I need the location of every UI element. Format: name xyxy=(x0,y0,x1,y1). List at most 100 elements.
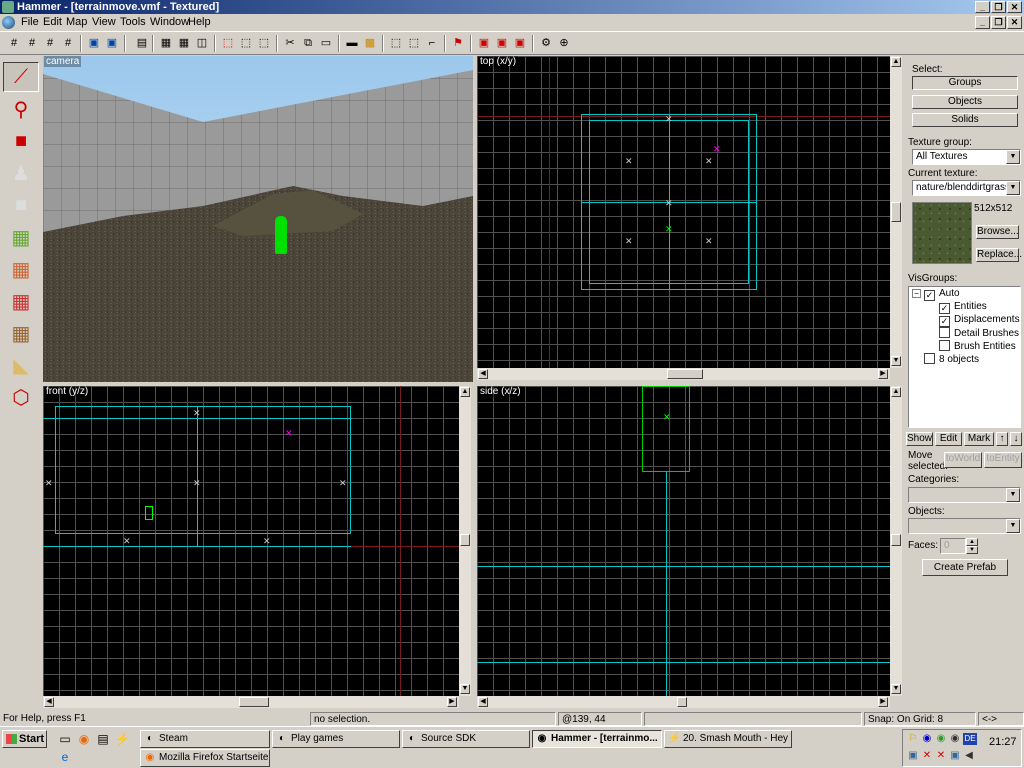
menu-help[interactable]: Help xyxy=(188,16,211,29)
texture-lock-icon[interactable]: ⬚ xyxy=(220,36,236,51)
box-icon[interactable]: ⬚ xyxy=(256,36,272,51)
checkbox-icon[interactable]: ✓ xyxy=(939,316,950,327)
visgroup-auto[interactable]: − ✓ Auto xyxy=(912,288,960,301)
checkbox-icon[interactable] xyxy=(939,340,950,351)
menu-edit[interactable]: Edit xyxy=(43,16,62,29)
replace-button[interactable]: Replace... xyxy=(976,248,1022,262)
categories-select[interactable]: ▼ xyxy=(908,487,1021,503)
texture-group-select[interactable]: All Textures ▼ xyxy=(912,149,1021,165)
chevron-down-icon[interactable]: ▼ xyxy=(1006,519,1020,533)
top-horizontal-scrollbar[interactable]: ◀ ▶ xyxy=(477,368,890,380)
edit-button[interactable]: Edit xyxy=(935,432,962,446)
block-tool-icon[interactable]: ■ xyxy=(3,190,39,220)
winamp-icon[interactable]: ⚡ xyxy=(114,731,130,747)
visgroup-detail-brushes[interactable]: Detail Brushes xyxy=(939,327,1019,340)
clipping-tool-icon[interactable]: ◣ xyxy=(3,350,39,380)
copy-icon[interactable]: ⧉ xyxy=(300,36,316,51)
magnify-tool-icon[interactable]: ⚲ xyxy=(3,94,39,124)
checkbox-icon[interactable] xyxy=(939,327,950,338)
chevron-down-icon[interactable]: ▼ xyxy=(1006,150,1020,164)
player-entity-icon[interactable] xyxy=(275,216,287,254)
close-button[interactable]: ✕ xyxy=(1007,1,1022,13)
faces-down-icon[interactable]: ▼ xyxy=(966,546,978,554)
visgroup-objects[interactable]: 8 objects xyxy=(924,353,979,366)
checkbox-icon[interactable] xyxy=(924,353,935,364)
menu-window[interactable]: Window xyxy=(150,16,189,29)
run-map-icon[interactable]: ▣ xyxy=(476,36,492,51)
maximize-button[interactable]: ❐ xyxy=(991,1,1006,13)
side-viewport[interactable]: ✕ side (x/z) xyxy=(477,386,890,696)
visgroup-brush-entities[interactable]: Brush Entities xyxy=(939,340,1016,353)
front-viewport[interactable]: ✕ ✕ ✕ ✕ ✕ ✕ ✕ front (y/z) xyxy=(43,386,459,696)
document-icon[interactable] xyxy=(2,16,15,29)
doc-close-button[interactable]: ✕ xyxy=(1007,16,1022,29)
compile-icon[interactable]: ⚑ xyxy=(450,36,466,51)
mark-button[interactable]: Mark xyxy=(964,432,994,446)
doc-restore-button[interactable]: ❐ xyxy=(991,16,1006,29)
menu-view[interactable]: View xyxy=(92,16,116,29)
apply-texture-icon[interactable]: ▦ xyxy=(3,254,39,284)
chevron-down-icon[interactable]: ▼ xyxy=(1006,181,1020,195)
browse-button[interactable]: Browse... xyxy=(976,225,1019,239)
carve-icon[interactable]: ▦ xyxy=(158,36,174,51)
camera-viewport[interactable]: camera xyxy=(43,56,473,382)
show-desktop-icon[interactable]: ▭ xyxy=(57,731,73,747)
run-visgroup-icon[interactable]: ▣ xyxy=(494,36,510,51)
visgroup-entities[interactable]: ✓ Entities xyxy=(939,301,987,314)
side-vertical-scrollbar[interactable]: ▲ ▼ xyxy=(890,386,902,696)
texture-application-icon[interactable]: ▦ xyxy=(3,222,39,252)
top-vertical-scrollbar[interactable]: ▲ ▼ xyxy=(890,56,902,368)
visgroup-displacements[interactable]: ✓ Displacements xyxy=(939,314,1020,327)
grid-smaller-icon[interactable]: # xyxy=(42,36,58,51)
faces-up-icon[interactable]: ▲ xyxy=(966,538,978,546)
textured-icon[interactable]: ▩ xyxy=(362,36,378,51)
select-box-icon[interactable]: ⬚ xyxy=(388,36,404,51)
move-up-icon[interactable]: ↑ xyxy=(996,432,1008,446)
move-down-icon[interactable]: ↓ xyxy=(1010,432,1022,446)
network-icon[interactable]: ▣ xyxy=(907,750,919,762)
ungroup-icon[interactable]: ▣ xyxy=(104,36,120,51)
task-source-sdk[interactable]: ◐ Source SDK xyxy=(402,730,530,748)
side-horizontal-scrollbar[interactable]: ◀ ▶ xyxy=(477,696,890,708)
chevron-down-icon[interactable]: ▼ xyxy=(1006,488,1020,502)
camera-tool-icon[interactable]: ■ xyxy=(3,126,39,156)
visgroups-tree[interactable]: − ✓ Auto ✓ Entities ✓ Displacements Detail B… xyxy=(908,286,1021,428)
wireframe-icon[interactable]: ▬ xyxy=(344,36,360,51)
side-entity-box[interactable] xyxy=(642,386,690,472)
front-horizontal-scrollbar[interactable]: ◀ ▶ xyxy=(43,696,459,708)
start-button[interactable]: Start xyxy=(2,730,47,748)
make-hollow-icon[interactable]: ▦ xyxy=(176,36,192,51)
menu-map[interactable]: Map xyxy=(66,16,87,29)
3d-grid-icon[interactable]: # xyxy=(24,36,40,51)
grid-larger-icon[interactable]: # xyxy=(60,36,76,51)
cut-icon[interactable]: ✂ xyxy=(282,36,298,51)
top-viewport[interactable]: ✕ ✕ ✕ ✕ ✕ ✕ ✕ ✕ top (x/y) xyxy=(477,56,890,368)
tray-icon[interactable]: ◉ xyxy=(935,733,947,745)
entity-tool-icon[interactable]: ♟ xyxy=(3,158,39,188)
paste-icon[interactable]: ▭ xyxy=(318,36,334,51)
flip-icon[interactable]: ⬚ xyxy=(238,36,254,51)
vertex-tool-icon[interactable]: ⬡ xyxy=(3,382,39,412)
to-entity-button[interactable]: toEntity xyxy=(984,452,1022,468)
overlay-tool-icon[interactable]: ▦ xyxy=(3,318,39,348)
objects-select[interactable]: ▼ xyxy=(908,518,1021,534)
tray-icon[interactable]: ▣ xyxy=(949,750,961,762)
tray-icon[interactable]: ◉ xyxy=(921,733,933,745)
collapse-icon[interactable]: − xyxy=(912,289,921,298)
task-steam[interactable]: ◐ Steam xyxy=(140,730,270,748)
task-play-games[interactable]: ◐ Play games xyxy=(272,730,400,748)
menu-file[interactable]: File xyxy=(21,16,39,29)
selection-tool-icon[interactable]: ⟋ xyxy=(3,62,39,92)
run-faces-icon[interactable]: ▣ xyxy=(512,36,528,51)
ie-icon[interactable]: e xyxy=(57,749,73,765)
group-icon[interactable]: ▣ xyxy=(86,36,102,51)
select-drag-icon[interactable]: ⬚ xyxy=(406,36,422,51)
tray-icon[interactable]: ✕ xyxy=(921,750,933,762)
task-hammer[interactable]: ◉ Hammer - [terrainmo... xyxy=(532,730,662,748)
magenta-entity-icon[interactable]: ✕ xyxy=(713,144,721,155)
green-entity-icon[interactable]: ✕ xyxy=(665,224,673,235)
decal-tool-icon[interactable]: ▦ xyxy=(3,286,39,316)
select-groups-button[interactable]: Groups xyxy=(912,76,1018,90)
check-problems-icon[interactable]: ⊕ xyxy=(556,36,572,51)
create-prefab-button[interactable]: Create Prefab xyxy=(922,559,1008,576)
